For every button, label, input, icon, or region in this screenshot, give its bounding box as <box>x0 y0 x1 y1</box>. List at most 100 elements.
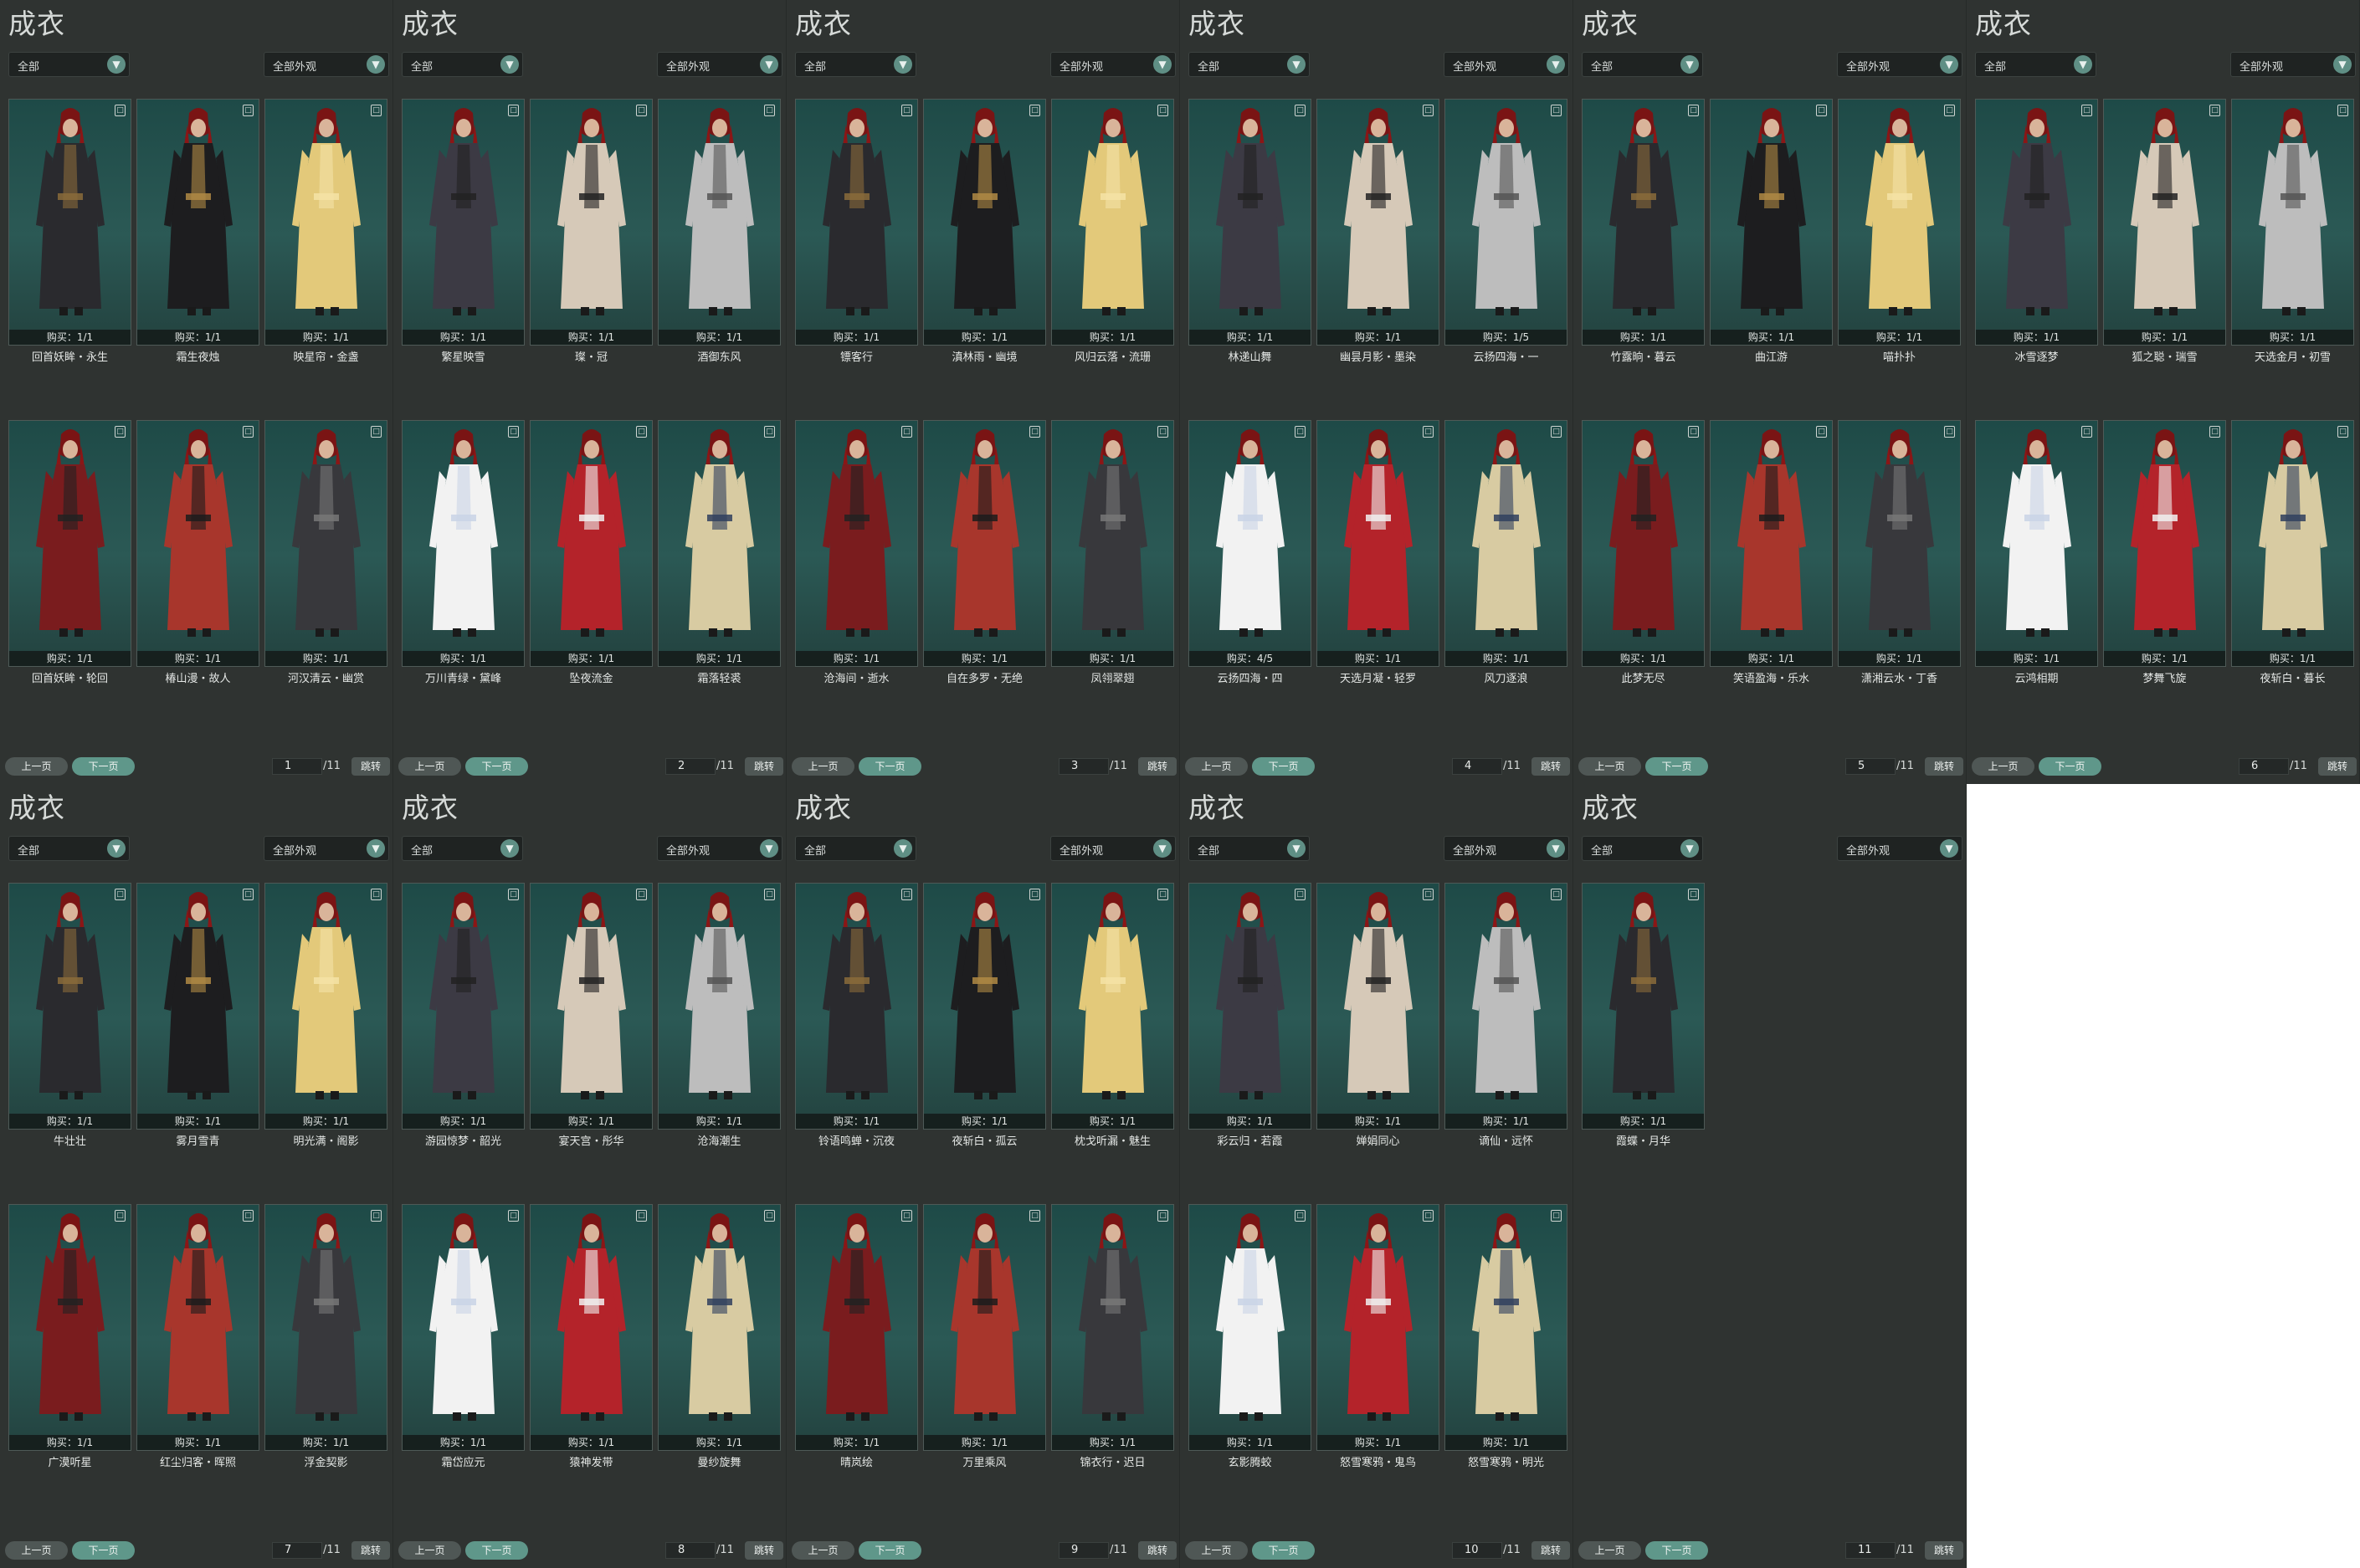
category-filter-dropdown[interactable]: 全部 ▼ <box>1188 836 1310 861</box>
page-number-input[interactable]: 7 <box>272 1542 322 1559</box>
jump-button[interactable]: 跳转 <box>1531 1541 1570 1560</box>
outfit-card[interactable]: □ 购买：1/1 <box>923 99 1046 346</box>
outfit-card[interactable]: □ 购买：1/1 <box>136 883 259 1130</box>
next-page-button[interactable]: 下一页 <box>1645 757 1708 776</box>
page-number-input[interactable]: 4 <box>1452 758 1502 775</box>
outfit-card[interactable]: □ 购买：1/1 <box>1582 420 1705 667</box>
appearance-filter-dropdown[interactable]: 全部外观 ▼ <box>1444 52 1569 77</box>
outfit-card[interactable]: □ 购买：1/1 <box>2103 99 2226 346</box>
jump-button[interactable]: 跳转 <box>1925 1541 1963 1560</box>
outfit-card[interactable]: □ 购买：1/1 <box>1051 420 1174 667</box>
next-page-button[interactable]: 下一页 <box>859 757 921 776</box>
outfit-card[interactable]: □ 购买：1/1 <box>1316 99 1439 346</box>
outfit-card[interactable]: □ 购买：1/1 <box>530 99 653 346</box>
outfit-card[interactable]: □ 购买：1/1 <box>402 420 525 667</box>
page-number-input[interactable]: 1 <box>272 758 322 775</box>
outfit-card[interactable]: □ 购买：1/1 <box>1316 420 1439 667</box>
next-page-button[interactable]: 下一页 <box>1645 1541 1708 1560</box>
outfit-card[interactable]: □ 购买：1/1 <box>1316 1204 1439 1451</box>
category-filter-dropdown[interactable]: 全部 ▼ <box>8 836 130 861</box>
appearance-filter-dropdown[interactable]: 全部外观 ▼ <box>1050 836 1176 861</box>
page-number-input[interactable]: 10 <box>1452 1542 1502 1559</box>
prev-page-button[interactable]: 上一页 <box>398 757 461 776</box>
category-filter-dropdown[interactable]: 全部 ▼ <box>402 836 523 861</box>
next-page-button[interactable]: 下一页 <box>1252 757 1315 776</box>
outfit-card[interactable]: □ 购买：1/1 <box>1838 420 1961 667</box>
next-page-button[interactable]: 下一页 <box>72 757 135 776</box>
prev-page-button[interactable]: 上一页 <box>5 1541 68 1560</box>
outfit-card[interactable]: □ 购买：1/1 <box>923 420 1046 667</box>
jump-button[interactable]: 跳转 <box>351 757 390 776</box>
prev-page-button[interactable]: 上一页 <box>398 1541 461 1560</box>
category-filter-dropdown[interactable]: 全部 ▼ <box>795 836 916 861</box>
outfit-card[interactable]: □ 购买：1/1 <box>658 99 781 346</box>
appearance-filter-dropdown[interactable]: 全部外观 ▼ <box>657 52 782 77</box>
next-page-button[interactable]: 下一页 <box>72 1541 135 1560</box>
category-filter-dropdown[interactable]: 全部 ▼ <box>402 52 523 77</box>
prev-page-button[interactable]: 上一页 <box>1185 1541 1248 1560</box>
outfit-card[interactable]: □ 购买：1/1 <box>8 420 131 667</box>
prev-page-button[interactable]: 上一页 <box>792 1541 854 1560</box>
outfit-card[interactable]: □ 购买：1/1 <box>1051 99 1174 346</box>
page-number-input[interactable]: 3 <box>1059 758 1109 775</box>
outfit-card[interactable]: □ 购买：1/1 <box>1188 883 1311 1130</box>
next-page-button[interactable]: 下一页 <box>859 1541 921 1560</box>
appearance-filter-dropdown[interactable]: 全部外观 ▼ <box>1837 52 1962 77</box>
outfit-card[interactable]: □ 购买：1/1 <box>1582 883 1705 1130</box>
jump-button[interactable]: 跳转 <box>745 757 783 776</box>
prev-page-button[interactable]: 上一页 <box>1972 757 2034 776</box>
outfit-card[interactable]: □ 购买：1/1 <box>795 99 918 346</box>
prev-page-button[interactable]: 上一页 <box>1185 757 1248 776</box>
outfit-card[interactable]: □ 购买：4/5 <box>1188 420 1311 667</box>
appearance-filter-dropdown[interactable]: 全部外观 ▼ <box>1837 836 1962 861</box>
outfit-card[interactable]: □ 购买：1/1 <box>1582 99 1705 346</box>
outfit-card[interactable]: □ 购买：1/1 <box>1710 99 1833 346</box>
appearance-filter-dropdown[interactable]: 全部外观 ▼ <box>2230 52 2356 77</box>
page-number-input[interactable]: 2 <box>665 758 716 775</box>
category-filter-dropdown[interactable]: 全部 ▼ <box>1582 52 1703 77</box>
jump-button[interactable]: 跳转 <box>1925 757 1963 776</box>
appearance-filter-dropdown[interactable]: 全部外观 ▼ <box>264 836 389 861</box>
category-filter-dropdown[interactable]: 全部 ▼ <box>1975 52 2096 77</box>
outfit-card[interactable]: □ 购买：1/1 <box>1975 99 2098 346</box>
appearance-filter-dropdown[interactable]: 全部外观 ▼ <box>1444 836 1569 861</box>
page-number-input[interactable]: 6 <box>2239 758 2289 775</box>
outfit-card[interactable]: □ 购买：1/1 <box>1051 883 1174 1130</box>
jump-button[interactable]: 跳转 <box>1138 1541 1177 1560</box>
outfit-card[interactable]: □ 购买：1/1 <box>923 1204 1046 1451</box>
next-page-button[interactable]: 下一页 <box>1252 1541 1315 1560</box>
category-filter-dropdown[interactable]: 全部 ▼ <box>1188 52 1310 77</box>
jump-button[interactable]: 跳转 <box>745 1541 783 1560</box>
outfit-card[interactable]: □ 购买：1/1 <box>1444 883 1567 1130</box>
outfit-card[interactable]: □ 购买：1/1 <box>795 1204 918 1451</box>
outfit-card[interactable]: □ 购买：1/1 <box>658 1204 781 1451</box>
page-number-input[interactable]: 9 <box>1059 1542 1109 1559</box>
jump-button[interactable]: 跳转 <box>2318 757 2357 776</box>
outfit-card[interactable]: □ 购买：1/1 <box>8 99 131 346</box>
page-number-input[interactable]: 11 <box>1845 1542 1896 1559</box>
prev-page-button[interactable]: 上一页 <box>1578 757 1641 776</box>
outfit-card[interactable]: □ 购买：1/1 <box>136 1204 259 1451</box>
outfit-card[interactable]: □ 购买：1/1 <box>658 883 781 1130</box>
outfit-card[interactable]: □ 购买：1/1 <box>1188 1204 1311 1451</box>
outfit-card[interactable]: □ 购买：1/1 <box>2231 99 2354 346</box>
outfit-card[interactable]: □ 购买：1/1 <box>1444 420 1567 667</box>
category-filter-dropdown[interactable]: 全部 ▼ <box>795 52 916 77</box>
jump-button[interactable]: 跳转 <box>1138 757 1177 776</box>
jump-button[interactable]: 跳转 <box>1531 757 1570 776</box>
appearance-filter-dropdown[interactable]: 全部外观 ▼ <box>1050 52 1176 77</box>
outfit-card[interactable]: □ 购买：1/1 <box>1444 1204 1567 1451</box>
prev-page-button[interactable]: 上一页 <box>5 757 68 776</box>
page-number-input[interactable]: 5 <box>1845 758 1896 775</box>
outfit-card[interactable]: □ 购买：1/5 <box>1444 99 1567 346</box>
outfit-card[interactable]: □ 购买：1/1 <box>8 883 131 1130</box>
outfit-card[interactable]: □ 购买：1/1 <box>264 883 387 1130</box>
outfit-card[interactable]: □ 购买：1/1 <box>402 1204 525 1451</box>
outfit-card[interactable]: □ 购买：1/1 <box>923 883 1046 1130</box>
outfit-card[interactable]: □ 购买：1/1 <box>136 99 259 346</box>
outfit-card[interactable]: □ 购买：1/1 <box>264 1204 387 1451</box>
outfit-card[interactable]: □ 购买：1/1 <box>1188 99 1311 346</box>
next-page-button[interactable]: 下一页 <box>465 757 528 776</box>
outfit-card[interactable]: □ 购买：1/1 <box>264 420 387 667</box>
prev-page-button[interactable]: 上一页 <box>792 757 854 776</box>
